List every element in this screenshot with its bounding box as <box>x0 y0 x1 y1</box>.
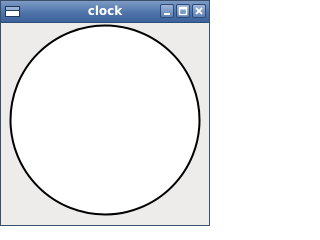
clock-face <box>9 24 201 216</box>
maximize-icon <box>178 6 188 16</box>
clock-content <box>1 23 209 225</box>
clock-window: clock <box>0 0 210 226</box>
title-bar[interactable]: clock <box>1 1 209 23</box>
close-button[interactable] <box>192 4 206 18</box>
minimize-icon <box>164 13 170 15</box>
close-icon <box>195 7 203 15</box>
minimize-button[interactable] <box>160 4 174 18</box>
maximize-button[interactable] <box>176 4 190 18</box>
